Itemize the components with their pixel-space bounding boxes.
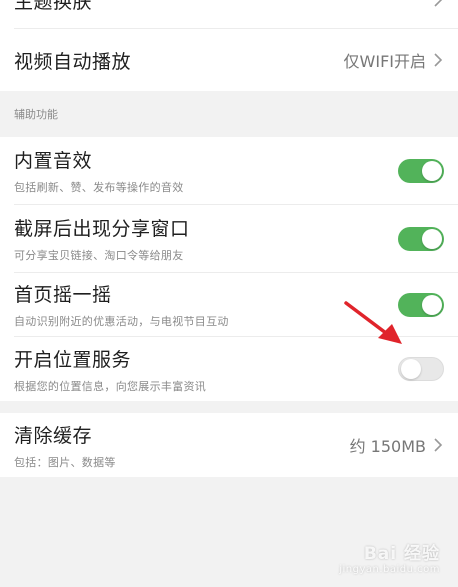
sound-effects-toggle[interactable] bbox=[398, 158, 444, 183]
section-label-accessibility: 辅助功能 bbox=[14, 108, 58, 121]
watermark-logo-text: Bai 经验 bbox=[363, 544, 440, 564]
clear-cache-row[interactable]: 清除缓存 包括：图片、数据等 约 150MB bbox=[0, 413, 458, 477]
accessibility-card: 内置音效 包括刷新、赞、发布等操作的音效 截屏后出现分享窗口 可分享宝贝链接、淘… bbox=[0, 137, 458, 401]
shake-text: 首页摇一摇 自动识别附近的优惠活动，与电视节目互动 bbox=[14, 280, 229, 329]
sound-effects-description: 包括刷新、赞、发布等操作的音效 bbox=[14, 181, 184, 194]
screenshot-share-description: 可分享宝贝链接、淘口令等给朋友 bbox=[14, 249, 184, 262]
location-service-toggle[interactable] bbox=[398, 357, 444, 381]
sound-effects-row: 内置音效 包括刷新、赞、发布等操作的音效 bbox=[0, 137, 458, 204]
shake-label: 首页摇一摇 bbox=[14, 284, 112, 306]
screenshot-share-row: 截屏后出现分享窗口 可分享宝贝链接、淘口令等给朋友 bbox=[0, 205, 458, 272]
sound-effects-label: 内置音效 bbox=[14, 150, 93, 172]
settings-screen: 主题换肤 视频自动播放 仅WIFI开启 辅助功能 内置音效 包括刷新、赞、发布等… bbox=[0, 0, 458, 587]
clear-cache-label: 清除缓存 bbox=[14, 424, 93, 447]
location-service-label: 开启位置服务 bbox=[14, 348, 132, 371]
chevron-right-icon bbox=[434, 438, 443, 452]
location-service-text: 开启位置服务 根据您的位置信息，向您展示丰富资讯 bbox=[14, 345, 206, 394]
watermark: Bai 经验 jingyan.baidu.com bbox=[339, 539, 440, 575]
toggle-knob bbox=[401, 359, 421, 379]
video-autoplay-row[interactable]: 视频自动播放 仅WIFI开启 bbox=[0, 29, 458, 91]
screenshot-share-label: 截屏后出现分享窗口 bbox=[14, 218, 190, 240]
theme-skin-label: 主题换肤 bbox=[14, 0, 93, 13]
toggle-knob bbox=[422, 160, 442, 181]
screenshot-share-toggle[interactable] bbox=[398, 226, 444, 251]
watermark-url: jingyan.baidu.com bbox=[339, 564, 440, 575]
clear-cache-text: 清除缓存 包括：图片、数据等 bbox=[14, 421, 116, 470]
toggle-knob bbox=[422, 294, 442, 315]
screenshot-share-text: 截屏后出现分享窗口 可分享宝贝链接、淘口令等给朋友 bbox=[14, 214, 190, 263]
location-service-description: 根据您的位置信息，向您展示丰富资讯 bbox=[14, 379, 207, 393]
clear-cache-value-group: 约 150MB bbox=[350, 433, 444, 457]
clear-cache-description: 包括：图片、数据等 bbox=[14, 455, 116, 469]
clear-cache-size: 约 150MB bbox=[349, 437, 426, 456]
shake-description: 自动识别附近的优惠活动，与电视节目互动 bbox=[14, 315, 229, 328]
storage-card: 清除缓存 包括：图片、数据等 约 150MB bbox=[0, 413, 458, 477]
video-autoplay-value-group: 仅WIFI开启 bbox=[344, 48, 444, 72]
theme-skin-row[interactable]: 主题换肤 bbox=[0, 0, 458, 28]
sound-effects-text: 内置音效 包括刷新、赞、发布等操作的音效 bbox=[14, 146, 184, 195]
chevron-right-icon bbox=[434, 0, 443, 7]
video-autoplay-label: 视频自动播放 bbox=[14, 50, 132, 73]
annotation-arrow-icon bbox=[344, 301, 402, 344]
video-autoplay-value: 仅WIFI开启 bbox=[343, 52, 426, 71]
general-settings-card: 主题换肤 视频自动播放 仅WIFI开启 bbox=[0, 0, 458, 91]
toggle-knob bbox=[422, 228, 442, 249]
chevron-right-icon bbox=[434, 53, 443, 67]
